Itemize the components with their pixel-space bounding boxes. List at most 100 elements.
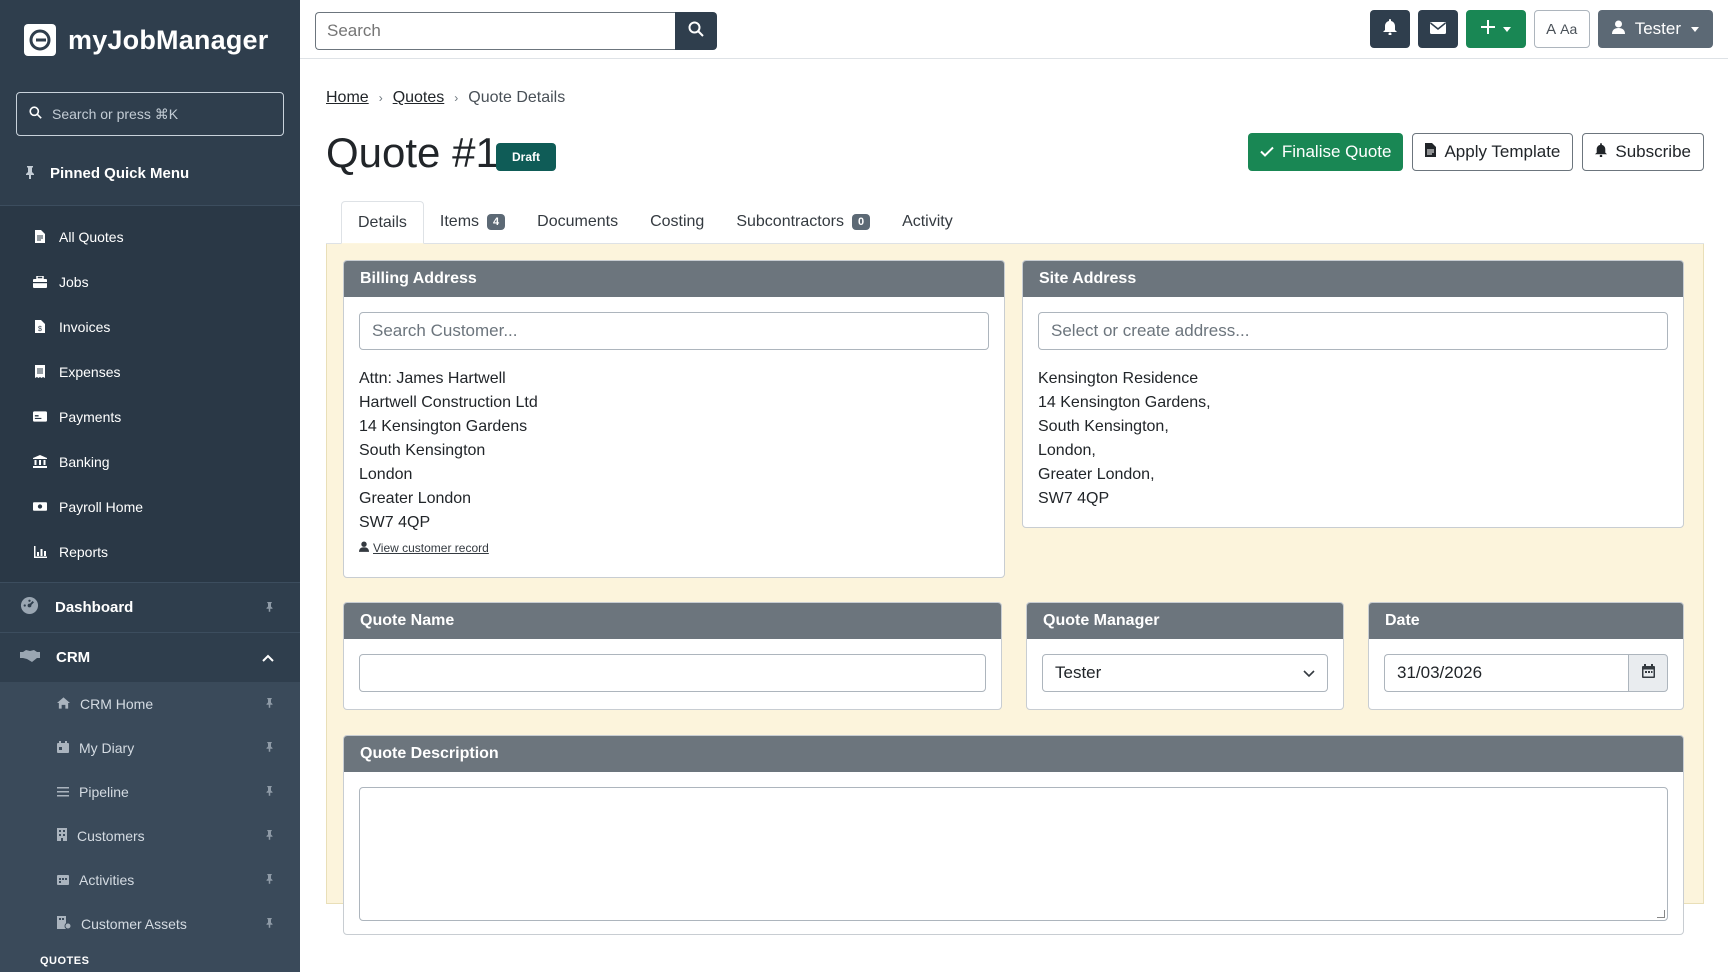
sidebar-section-crm[interactable]: CRM: [0, 632, 300, 682]
building-icon: [57, 828, 67, 844]
sidebar-item-activities[interactable]: Activities: [0, 858, 300, 902]
billing-address-card: Billing Address Search Customer... Attn:…: [343, 260, 1005, 578]
topbar: A Aa Tester: [300, 0, 1728, 59]
plus-icon: [1480, 19, 1495, 39]
status-badge: Draft: [496, 143, 557, 171]
font-toggle-label: Aa: [1560, 21, 1578, 37]
sidebar-item-jobs[interactable]: Jobs: [0, 259, 300, 304]
tab-activity[interactable]: Activity: [886, 201, 969, 243]
pin-icon[interactable]: [265, 601, 274, 615]
chevron-right-icon: ›: [454, 91, 459, 105]
pinned-quick-menu-header[interactable]: Pinned Quick Menu: [0, 142, 300, 206]
sidebar-search-input[interactable]: Search or press ⌘K: [16, 92, 284, 136]
sidebar-item-payments[interactable]: Payments: [0, 394, 300, 439]
date-header: Date: [1369, 603, 1683, 639]
create-new-button[interactable]: [1465, 10, 1526, 48]
subscribe-button[interactable]: Subscribe: [1582, 133, 1704, 171]
sidebar-item-label: Expenses: [59, 363, 121, 380]
sidebar-item-expenses[interactable]: Expenses: [0, 349, 300, 394]
sidebar-item-invoices[interactable]: $ Invoices: [0, 304, 300, 349]
address-line: Greater London,: [1038, 466, 1155, 483]
sidebar-section-dashboard[interactable]: Dashboard: [0, 582, 300, 632]
sidebar-item-reports[interactable]: Reports: [0, 529, 300, 574]
sidebar-item-all-quotes[interactable]: All Quotes: [0, 214, 300, 259]
pin-icon[interactable]: [265, 829, 274, 843]
font-size-toggle[interactable]: A Aa: [1533, 10, 1590, 48]
messages-button[interactable]: [1417, 10, 1458, 48]
view-customer-record-link[interactable]: View customer record: [359, 541, 989, 555]
tab-bar: Details Items 4 Documents Costing Subcont…: [326, 201, 1704, 244]
toolbox-icon: [33, 275, 47, 288]
date-input-group: 31/03/2026: [1384, 654, 1668, 692]
dashboard-label: Dashboard: [55, 599, 134, 616]
sidebar-item-pipeline[interactable]: Pipeline: [0, 770, 300, 814]
sidebar-item-label: Reports: [59, 543, 109, 560]
sidebar-item-label: Invoices: [59, 318, 111, 335]
quote-manager-select[interactable]: Tester: [1042, 654, 1328, 692]
sidebar-item-customers[interactable]: Customers: [0, 814, 300, 858]
details-panel: Billing Address Search Customer... Attn:…: [326, 244, 1704, 935]
date-input[interactable]: 31/03/2026: [1384, 654, 1628, 692]
pin-icon[interactable]: [265, 785, 274, 799]
top-search-input[interactable]: [315, 12, 675, 50]
tab-label: Costing: [650, 213, 705, 230]
chevron-right-icon: ›: [378, 91, 383, 105]
top-search-button[interactable]: [675, 12, 717, 50]
user-icon: [1611, 19, 1625, 39]
sidebar-item-payroll-home[interactable]: Payroll Home: [0, 484, 300, 529]
date-card: Date 31/03/2026: [1368, 602, 1684, 710]
address-line: Kensington Residence: [1038, 370, 1199, 387]
sidebar-item-banking[interactable]: Banking: [0, 439, 300, 484]
finalise-quote-button[interactable]: Finalise Quote: [1247, 133, 1404, 171]
pin-icon[interactable]: [265, 917, 274, 931]
quote-description-textarea[interactable]: [359, 787, 1668, 921]
user-icon: [359, 541, 369, 555]
chevron-up-icon[interactable]: [262, 651, 274, 665]
site-address-select[interactable]: Select or create address...: [1038, 312, 1668, 350]
pin-icon[interactable]: [265, 741, 274, 755]
apply-template-button[interactable]: Apply Template: [1412, 133, 1574, 171]
app-root: myJobManager Search or press ⌘K Pinned Q…: [0, 0, 1728, 972]
apply-template-label: Apply Template: [1444, 142, 1561, 161]
pin-icon[interactable]: [265, 697, 274, 711]
breadcrumb: Home › Quotes › Quote Details: [326, 89, 1704, 107]
finalise-quote-label: Finalise Quote: [1281, 142, 1392, 161]
notifications-button[interactable]: [1369, 10, 1410, 48]
sidebar-item-my-diary[interactable]: My Diary: [0, 726, 300, 770]
top-search: [315, 12, 717, 50]
check-icon: [1260, 142, 1274, 162]
page-title: Quote #1: [326, 129, 499, 176]
tab-items[interactable]: Items 4: [424, 201, 521, 243]
handshake-icon: [20, 649, 40, 667]
quote-manager-value: Tester: [1055, 663, 1102, 682]
file-icon: [33, 230, 47, 243]
tab-subcontractors[interactable]: Subcontractors 0: [720, 201, 886, 243]
tab-label: Items: [439, 213, 480, 230]
quote-name-input[interactable]: [359, 654, 986, 692]
bell-icon: [1382, 18, 1397, 40]
brand[interactable]: myJobManager: [0, 0, 300, 80]
tab-documents[interactable]: Documents: [521, 201, 634, 243]
money-icon: [33, 501, 47, 512]
tab-label: Details: [358, 213, 407, 231]
customer-search-input[interactable]: Search Customer...: [359, 312, 989, 350]
tab-costing[interactable]: Costing: [634, 201, 720, 243]
sidebar-item-customer-assets[interactable]: Customer Assets: [0, 902, 300, 946]
breadcrumb-home[interactable]: Home: [326, 89, 369, 107]
sidebar-item-crm-home[interactable]: CRM Home: [0, 682, 300, 726]
breadcrumb-quotes[interactable]: Quotes: [393, 89, 445, 107]
date-picker-button[interactable]: [1628, 654, 1668, 692]
pin-icon[interactable]: [265, 873, 274, 887]
tab-details[interactable]: Details: [341, 201, 424, 244]
building-gear-icon: [57, 916, 72, 932]
sidebar: myJobManager Search or press ⌘K Pinned Q…: [0, 0, 300, 972]
tab-label: Activity: [902, 213, 953, 230]
pinned-list: All Quotes Jobs $ Invoices Expenses Paym…: [0, 206, 300, 582]
user-menu-button[interactable]: Tester: [1597, 10, 1713, 48]
site-address-lines: Kensington Residence 14 Kensington Garde…: [1038, 367, 1668, 511]
address-line: London,: [1038, 442, 1096, 459]
sidebar-item-label: Pipeline: [79, 784, 129, 800]
resize-handle-icon[interactable]: [1657, 910, 1665, 918]
address-line: Attn: James Hartwell: [359, 370, 506, 387]
tab-label: Documents: [537, 213, 619, 230]
